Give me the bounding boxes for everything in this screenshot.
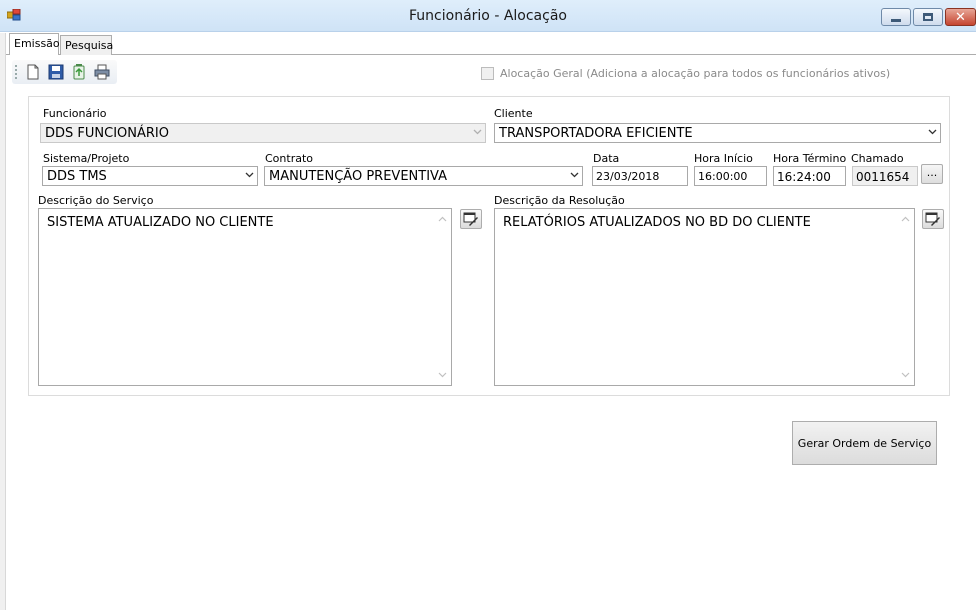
cliente-combo[interactable]: TRANSPORTADORA EFICIENTE <box>494 123 941 143</box>
maximize-icon <box>923 13 933 21</box>
gerar-ordem-servico-button[interactable]: Gerar Ordem de Serviço <box>792 421 937 465</box>
contrato-combo[interactable]: MANUTENÇÃO PREVENTIVA <box>264 166 583 186</box>
main-window: Funcionário - Alocação ✕ Emissão Pesquis… <box>0 0 976 610</box>
descricao-servico-value: SISTEMA ATUALIZADO NO CLIENTE <box>47 215 274 230</box>
data-input[interactable]: 23/03/2018 <box>592 166 688 186</box>
descricao-resolucao-value: RELATÓRIOS ATUALIZADOS NO BD DO CLIENTE <box>503 215 811 230</box>
alocacao-geral-checkbox[interactable] <box>481 67 494 80</box>
print-icon[interactable] <box>93 63 111 81</box>
descricao-resolucao-textarea[interactable]: RELATÓRIOS ATUALIZADOS NO BD DO CLIENTE <box>494 208 915 386</box>
expand-servico-button[interactable] <box>460 209 482 229</box>
alocacao-geral-label: Alocação Geral (Adiciona a alocação para… <box>500 67 891 80</box>
close-icon: ✕ <box>955 9 966 25</box>
edit-window-icon <box>463 212 478 226</box>
funcionario-value: DDS FUNCIONÁRIO <box>45 126 169 141</box>
save-icon[interactable] <box>47 63 65 81</box>
chamado-lookup-button[interactable]: ... <box>921 164 943 184</box>
alocacao-geral-row: Alocação Geral (Adiciona a alocação para… <box>481 67 890 80</box>
data-label: Data <box>593 152 620 165</box>
close-button[interactable]: ✕ <box>945 8 976 26</box>
tab-emissao[interactable]: Emissão <box>9 33 60 55</box>
scroll-down-icon[interactable] <box>901 370 910 379</box>
descricao-servico-label: Descrição do Serviço <box>38 194 154 207</box>
hora-termino-input[interactable]: 16:24:00 <box>773 166 846 186</box>
edit-window-icon <box>925 212 940 226</box>
scroll-up-icon[interactable] <box>438 215 447 224</box>
expand-resolucao-button[interactable] <box>922 209 944 229</box>
tab-pesquisa[interactable]: Pesquisa <box>60 35 113 55</box>
scroll-down-icon[interactable] <box>438 370 447 379</box>
recycle-icon[interactable] <box>70 63 88 81</box>
descricao-resolucao-label: Descrição da Resolução <box>494 194 625 207</box>
funcionario-label: Funcionário <box>43 107 107 120</box>
vertical-scrollbar[interactable] <box>434 209 451 385</box>
window-title: Funcionário - Alocação <box>409 8 567 24</box>
cliente-label: Cliente <box>494 107 533 120</box>
funcionario-combo[interactable]: DDS FUNCIONÁRIO <box>40 123 486 143</box>
title-bar[interactable]: Funcionário - Alocação ✕ <box>0 0 976 32</box>
hora-termino-label: Hora Término <box>773 152 847 165</box>
toolbar <box>12 60 117 84</box>
new-document-icon[interactable] <box>24 63 42 81</box>
contrato-value: MANUTENÇÃO PREVENTIVA <box>269 169 447 184</box>
toolbar-grip[interactable] <box>15 65 17 79</box>
contrato-label: Contrato <box>265 152 314 165</box>
chamado-input[interactable]: 0011654 <box>852 166 918 186</box>
sistema-label: Sistema/Projeto <box>43 152 130 165</box>
cliente-value: TRANSPORTADORA EFICIENTE <box>499 126 693 141</box>
window-left-border <box>0 33 6 610</box>
hora-inicio-input[interactable]: 16:00:00 <box>694 166 767 186</box>
sistema-combo[interactable]: DDS TMS <box>42 166 258 186</box>
minimize-icon <box>891 18 901 22</box>
sistema-value: DDS TMS <box>47 169 107 184</box>
vertical-scrollbar[interactable] <box>897 209 914 385</box>
descricao-servico-textarea[interactable]: SISTEMA ATUALIZADO NO CLIENTE <box>38 208 452 386</box>
maximize-button[interactable] <box>913 8 943 26</box>
scroll-up-icon[interactable] <box>901 215 910 224</box>
tab-strip: Emissão Pesquisa <box>6 33 976 55</box>
hora-inicio-label: Hora Início <box>694 152 753 165</box>
minimize-button[interactable] <box>881 8 911 26</box>
chamado-label: Chamado <box>851 152 904 165</box>
